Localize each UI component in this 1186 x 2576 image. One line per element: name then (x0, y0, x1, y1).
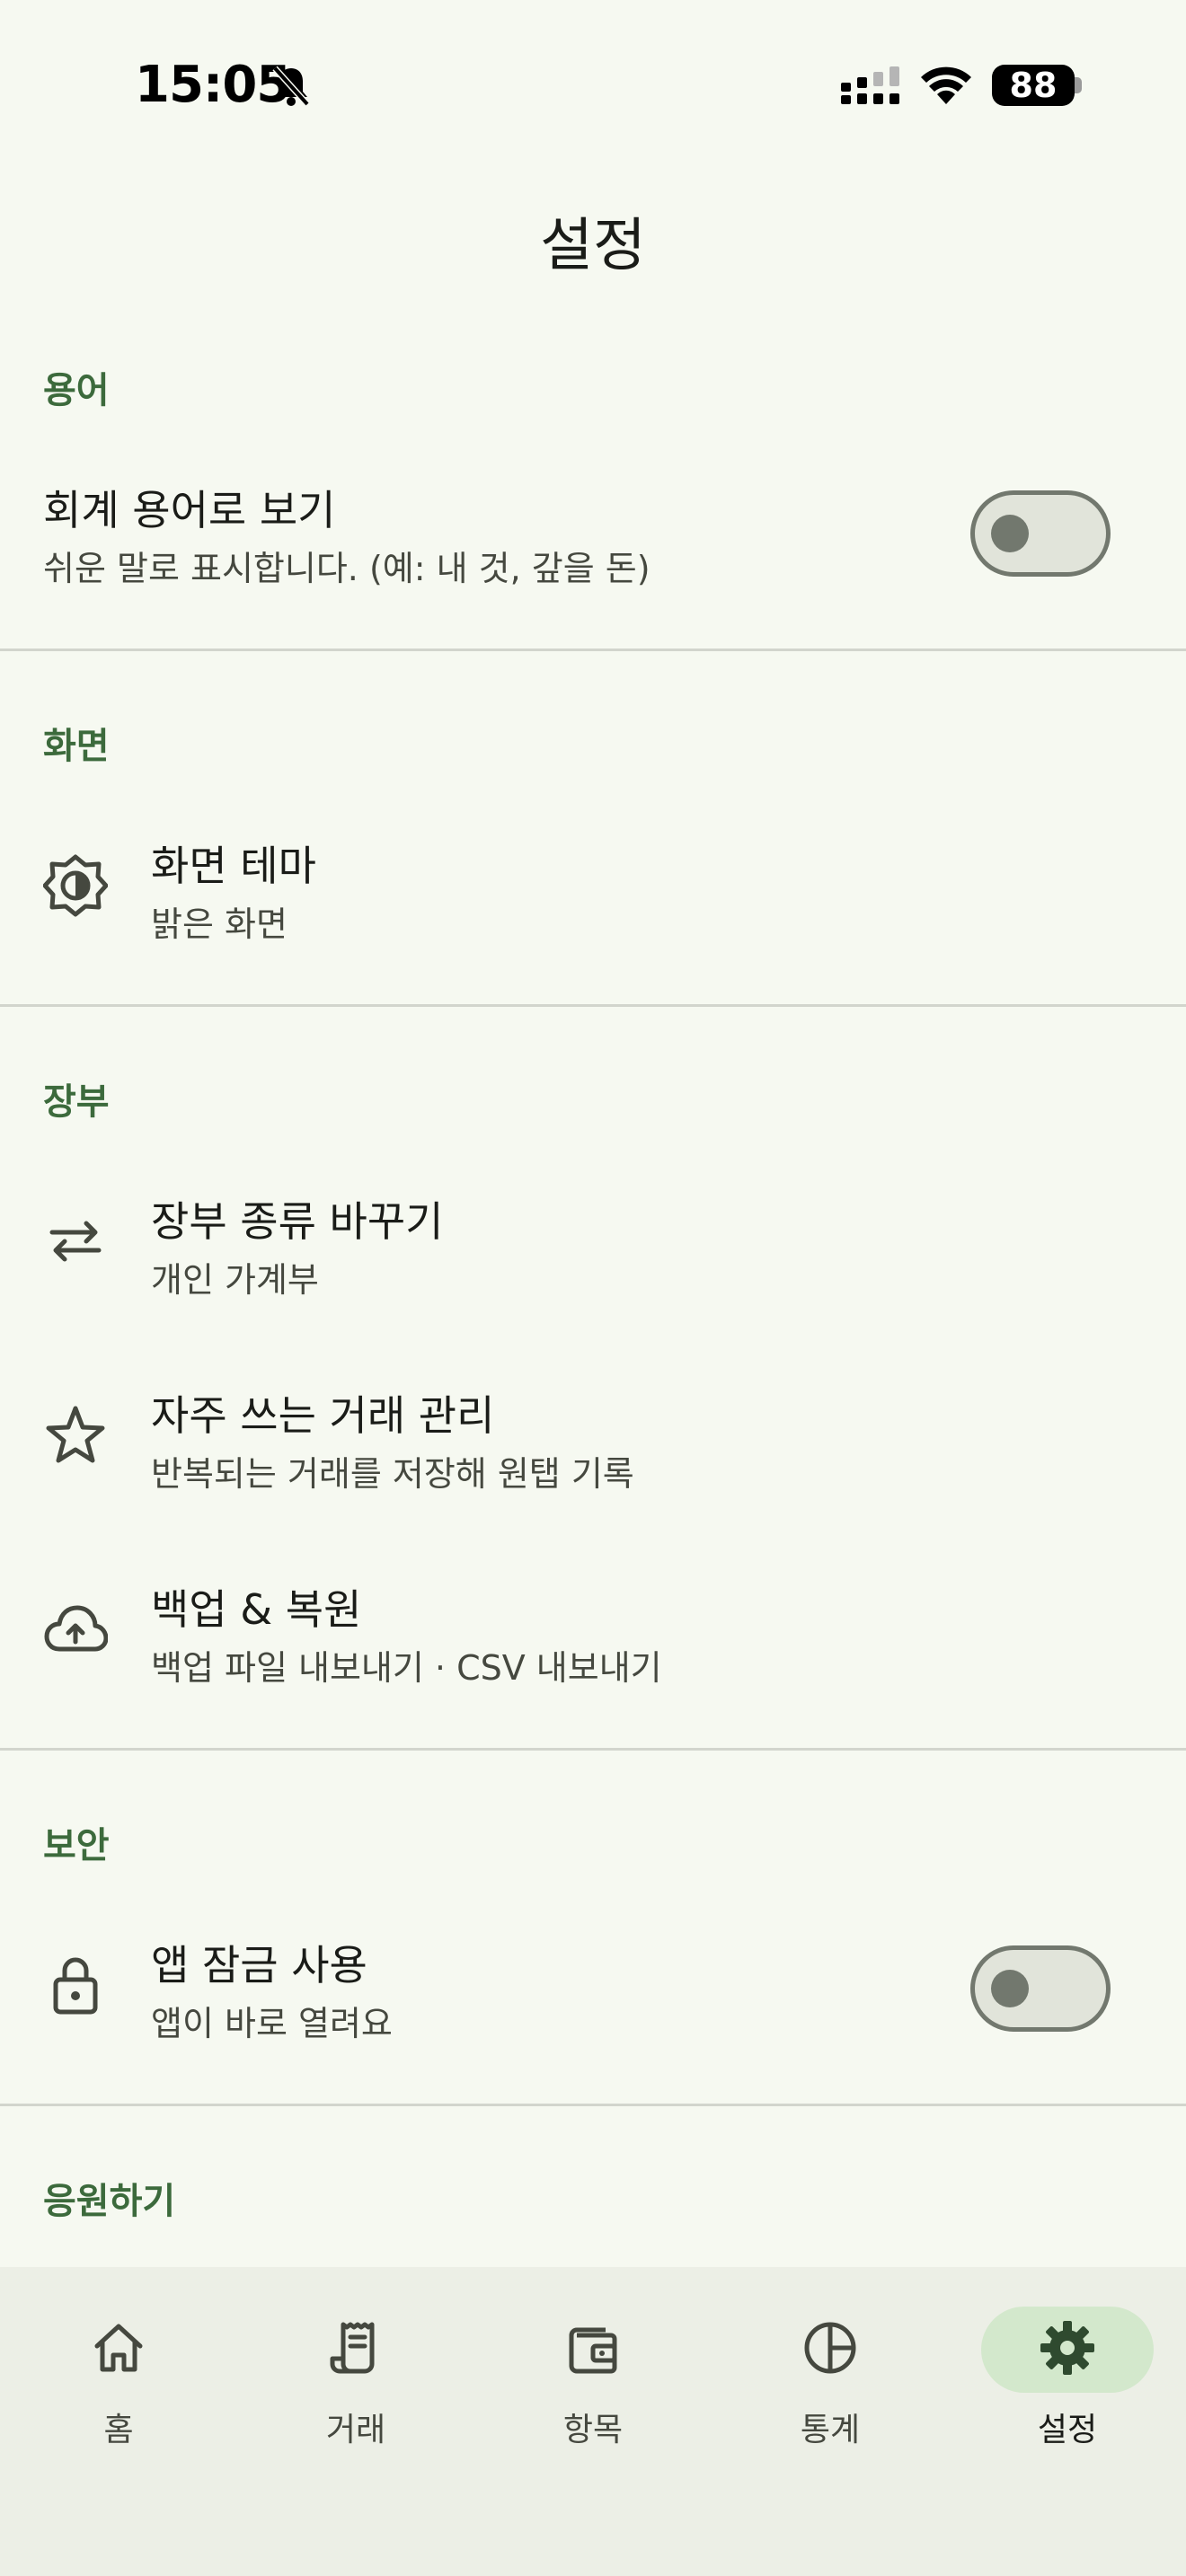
divider (0, 2104, 1186, 2106)
brightness-icon (43, 854, 108, 917)
accounting-terms-title: 회계 용어로 보기 (43, 486, 336, 534)
section-header-support: 응원하기 (43, 2181, 176, 2222)
theme-subtitle: 밝은 화면 (151, 904, 288, 944)
switch-ledger-row[interactable]: 장부 종류 바꾸기 개인 가계부 (0, 1169, 1186, 1322)
pie-chart-icon (804, 2322, 856, 2374)
section-header-ledger: 장부 (43, 1081, 110, 1123)
divider (0, 648, 1186, 651)
nav-label-transactions: 거래 (325, 2412, 386, 2448)
nav-item-stats[interactable]: 통계 (712, 2267, 949, 2448)
status-time: 15:05 (135, 56, 291, 114)
favorites-row[interactable]: 자주 쓰는 거래 관리 반복되는 거래를 저장해 원탭 기록 (0, 1363, 1186, 1516)
gear-icon (1040, 2321, 1094, 2375)
accounting-terms-toggle[interactable] (970, 490, 1111, 577)
accounting-terms-subtitle: 쉬운 말로 표시합니다. (예: 내 것, 갚을 돈) (43, 549, 651, 588)
section-header-security: 보안 (43, 1825, 110, 1866)
cellular-signal-icon (841, 66, 899, 104)
theme-title: 화면 테마 (151, 842, 316, 890)
nav-label-categories: 항목 (562, 2412, 624, 2448)
toggle-knob (991, 515, 1029, 552)
app-lock-row[interactable]: 앱 잠금 사용 앱이 바로 열려요 (0, 1913, 1186, 2066)
receipt-icon (330, 2322, 375, 2374)
switch-ledger-subtitle: 개인 가계부 (151, 1260, 319, 1300)
switch-ledger-title: 장부 종류 바꾸기 (151, 1197, 444, 1246)
nav-item-transactions[interactable]: 거래 (237, 2267, 474, 2448)
swap-arrows-icon (49, 1221, 102, 1262)
cloud-upload-icon (44, 1605, 108, 1652)
backup-title: 백업 & 복원 (151, 1585, 362, 1634)
divider (0, 1748, 1186, 1751)
section-header-display: 화면 (43, 726, 110, 767)
toggle-knob (991, 1970, 1029, 2007)
app-lock-toggle[interactable] (970, 1945, 1111, 2032)
app-lock-subtitle: 앱이 바로 열려요 (151, 2004, 393, 2043)
favorites-title: 자주 쓰는 거래 관리 (151, 1391, 495, 1440)
section-header-terms: 용어 (43, 370, 110, 411)
star-icon (46, 1406, 105, 1463)
page-title: 설정 (540, 213, 646, 279)
divider (0, 1004, 1186, 1007)
accounting-terms-row[interactable]: 회계 용어로 보기 쉬운 말로 표시합니다. (예: 내 것, 갚을 돈) (0, 458, 1186, 611)
nav-label-settings: 설정 (1037, 2412, 1098, 2448)
nav-label-stats: 통계 (800, 2412, 861, 2448)
nav-item-categories[interactable]: 항목 (474, 2267, 712, 2448)
app-lock-title: 앱 잠금 사용 (151, 1941, 367, 1989)
nav-label-home: 홈 (103, 2412, 134, 2448)
backup-row[interactable]: 백업 & 복원 백업 파일 내보내기 · CSV 내보내기 (0, 1557, 1186, 1710)
battery-indicator: 88 (992, 65, 1075, 106)
bell-off-icon (272, 66, 310, 107)
favorites-subtitle: 반복되는 거래를 저장해 원탭 기록 (151, 1454, 634, 1494)
lock-icon (53, 1957, 98, 2015)
theme-row[interactable]: 화면 테마 밝은 화면 (0, 814, 1186, 966)
home-icon (94, 2324, 143, 2372)
wallet-icon (569, 2327, 617, 2374)
nav-item-settings[interactable]: 설정 (949, 2267, 1186, 2448)
battery-cap (1075, 77, 1082, 93)
wifi-icon (921, 66, 971, 104)
nav-item-home[interactable]: 홈 (0, 2267, 237, 2448)
backup-subtitle: 백업 파일 내보내기 · CSV 내보내기 (151, 1648, 662, 1688)
settings-screen: 15:05 88 설정 용어 회계 용어로 보기 쉬운 말로 표시합니다. (예… (0, 0, 1186, 2576)
